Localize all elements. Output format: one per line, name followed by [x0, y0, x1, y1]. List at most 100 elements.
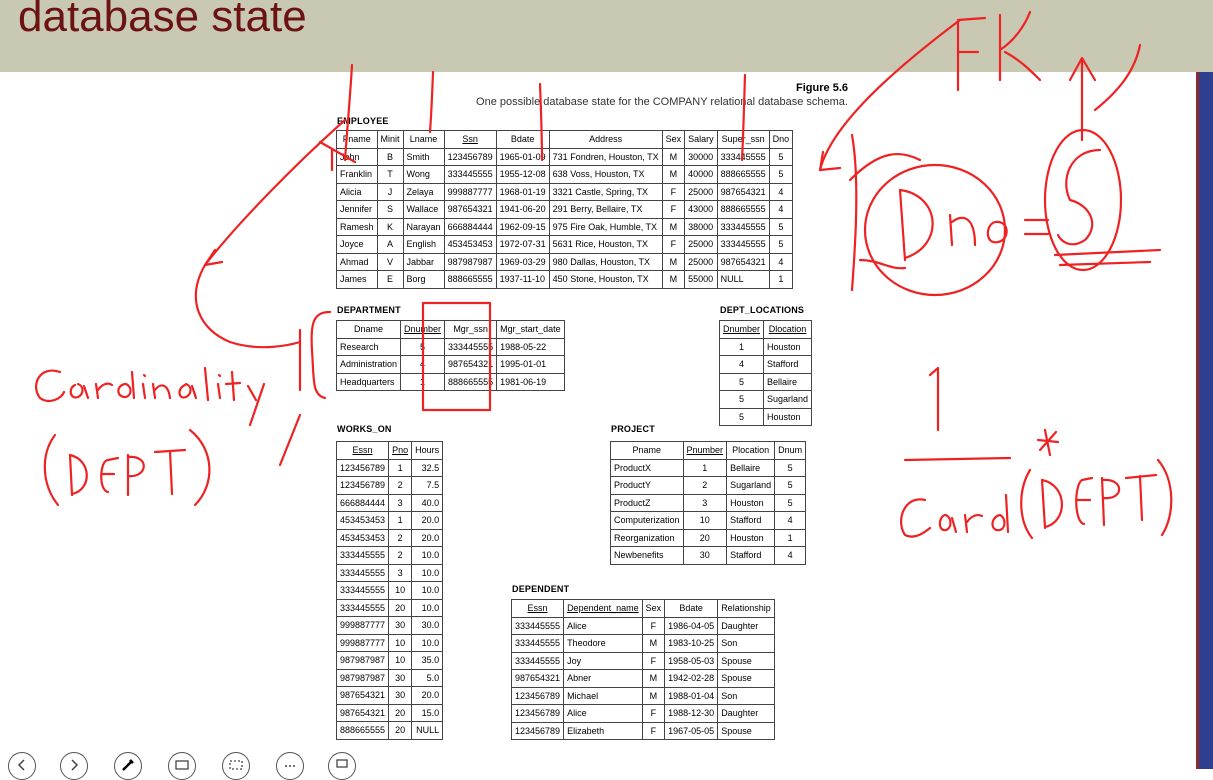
pen-tool-button[interactable] [114, 752, 142, 780]
table-cell: NULL [716, 270, 770, 289]
letter-d [117, 370, 136, 400]
table-cell: Spouse [717, 651, 775, 670]
table-row: ProductY 2 Sugarland 5 [610, 476, 807, 495]
table-cell: 5 [400, 337, 446, 356]
laser-button[interactable] [168, 752, 196, 780]
screen-button[interactable] [328, 752, 356, 780]
table-cell: 1981-06-19 [496, 372, 565, 391]
table-cell: 4 [768, 200, 794, 219]
table-row: John B Smith 123456789 1965-01-09 731 Fondren… [336, 147, 794, 166]
table-row: 999887777 30 30.0 [335, 616, 444, 635]
table-cell: English [402, 235, 445, 254]
table-cell: Reorganization [610, 528, 684, 547]
table-cell: Wallace [402, 200, 445, 219]
letter-y [246, 382, 266, 427]
underline-5 [1053, 248, 1162, 267]
letter-r [94, 382, 114, 400]
column-header: Relationship [717, 599, 775, 618]
table-cell: Borg [402, 270, 445, 289]
table-cell: 1 [768, 270, 794, 289]
table-cell: 4 [774, 511, 807, 530]
next-slide-button[interactable] [60, 752, 88, 780]
table-cell: 40.0 [411, 493, 444, 512]
project-header-row: Pname Pnumber Plocation Dnum [610, 441, 807, 460]
table-cell: 5 [774, 493, 807, 512]
table-cell: Joyce [336, 235, 378, 254]
equals-sign [1023, 218, 1050, 236]
table-cell: F [641, 651, 666, 670]
table-cell: F [661, 200, 686, 219]
works-on-table: Essn Pno Hours 123456789 1 32.5 123456789 2 7.5 6… [335, 441, 444, 740]
table-row: 123456789 2 7.5 [335, 476, 444, 495]
letter-a [69, 382, 90, 400]
table-cell: 4 [774, 546, 807, 565]
table-cell: 4 [400, 355, 446, 374]
table-cell: James [336, 270, 378, 289]
screen-icon [336, 759, 348, 768]
column-header: Minit [376, 130, 404, 149]
table-cell: 30000 [684, 147, 718, 166]
works-on-header-row: Essn Pno Hours [335, 441, 444, 460]
table-cell: Houston [726, 528, 776, 547]
column-header: Essn [335, 441, 390, 460]
table-cell: 20.0 [411, 511, 444, 530]
table-cell: 40000 [684, 165, 718, 184]
letter-E [1075, 476, 1094, 526]
table-cell: 43000 [684, 200, 718, 219]
table-cell: Wong [402, 165, 445, 184]
column-header: Hours [411, 441, 444, 460]
letter-D [1040, 478, 1063, 530]
table-row: 123456789 1 32.5 [335, 458, 444, 477]
letter-i [216, 373, 222, 400]
table-cell: F [641, 704, 666, 723]
column-header: Sex [661, 130, 686, 149]
table-cell: M [641, 686, 666, 705]
table-row: Newbenefits 30 Stafford 4 [610, 546, 807, 565]
table-cell: Narayan [402, 217, 445, 236]
table-cell: 10 [682, 511, 728, 530]
table-row: 4 Stafford [718, 355, 813, 374]
table-cell: 987654321 [444, 355, 498, 374]
table-cell: 4 [768, 182, 794, 201]
table-cell: M [661, 147, 686, 166]
table-cell: 123456789 [335, 476, 390, 495]
table-cell: 888665555 [716, 200, 770, 219]
table-row: Administration 4 987654321 1995-01-01 [335, 355, 565, 374]
eraser-button[interactable] [222, 752, 250, 780]
table-cell: 5 [768, 217, 794, 236]
employee-header-row: Fname Minit Lname Ssn Bdate Address Sex Salary S… [336, 130, 794, 149]
side-stripe [1199, 72, 1213, 769]
previous-slide-button[interactable] [8, 752, 36, 780]
table-cell: Computerization [610, 511, 684, 530]
table-cell: 5 [718, 372, 765, 391]
table-cell: V [376, 252, 404, 271]
table-cell: 666884444 [443, 217, 497, 236]
table-cell: 20 [388, 721, 413, 740]
table-cell: F [661, 235, 686, 254]
table-cell: 1983-10-25 [664, 634, 719, 653]
table-cell: ProductY [610, 476, 684, 495]
table-row: 987987987 10 35.0 [335, 651, 444, 670]
table-cell: 5 [768, 235, 794, 254]
table-row: 5 Bellaire [718, 372, 813, 391]
dependent-header-row: Essn Dependent_name Sex Bdate Relationship [510, 599, 775, 618]
table-cell: 5 [718, 390, 765, 409]
more-options-button[interactable] [276, 752, 304, 780]
table-cell: Jabbar [402, 252, 445, 271]
employee-table-label: EMPLOYEE [337, 116, 389, 126]
table-row: 987654321 Abner M 1942-02-28 Spouse [510, 669, 775, 688]
laser-icon [175, 760, 189, 770]
column-header: Dno [768, 130, 794, 149]
table-cell: Spouse [717, 669, 775, 688]
table-cell: 10.0 [411, 563, 444, 582]
table-cell: 123456789 [510, 721, 565, 740]
letter-l [203, 366, 210, 402]
table-cell: M [661, 252, 686, 271]
table-cell: 1941-06-20 [495, 200, 550, 219]
table-row: 1 Houston [718, 337, 813, 356]
column-header: Sex [641, 599, 666, 618]
column-header: Bdate [495, 130, 550, 149]
table-cell: 1986-04-05 [664, 616, 719, 635]
circle-5 [1043, 128, 1123, 272]
table-cell: 2 [682, 476, 728, 495]
